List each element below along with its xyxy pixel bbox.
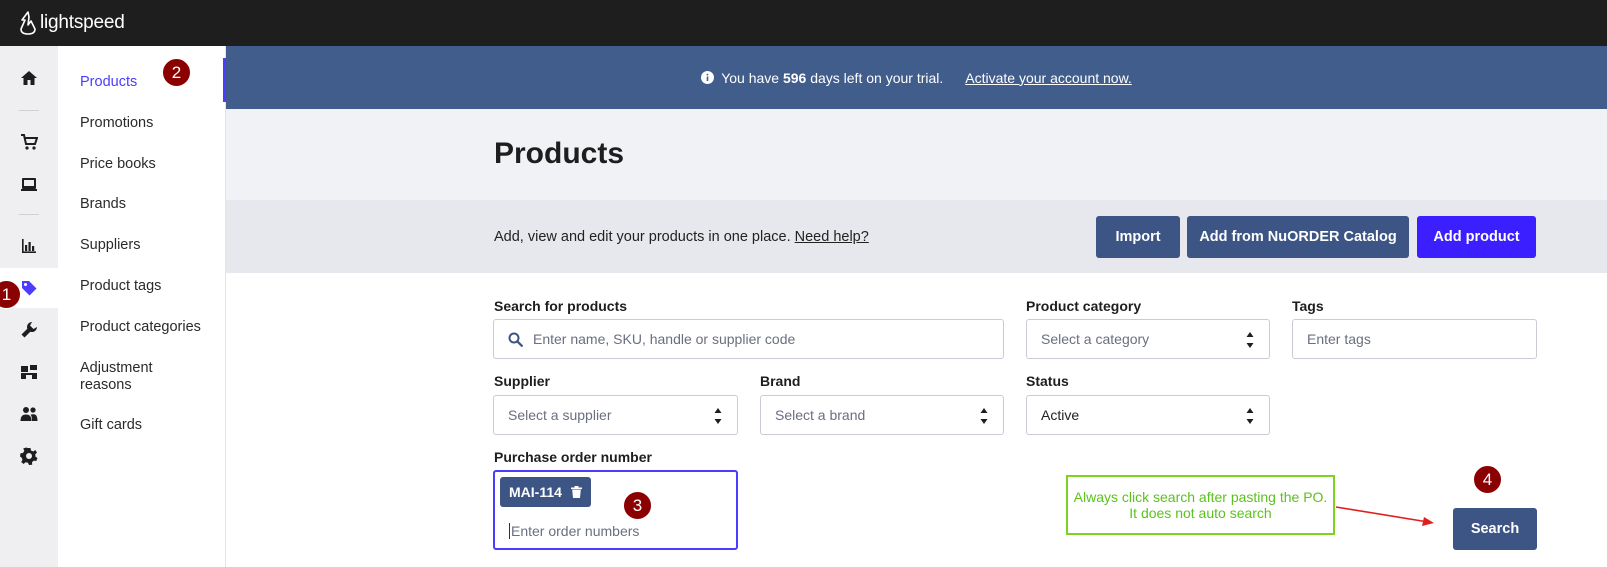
add-from-nuorder-button[interactable]: Add from NuORDER Catalog [1187, 216, 1409, 258]
home-icon [21, 71, 37, 85]
select-arrows-icon [1246, 332, 1254, 348]
page-title: Products [494, 137, 625, 170]
brand-logo[interactable]: lightspeed [19, 11, 125, 35]
po-placeholder: Enter order numbers [509, 523, 640, 539]
select-arrows-icon [980, 408, 988, 424]
rail-inventory[interactable] [0, 352, 58, 392]
search-label: Search for products [494, 298, 628, 314]
rail-setup[interactable] [0, 310, 58, 350]
brand-name: lightspeed [40, 12, 125, 33]
supplier-label: Supplier [494, 373, 551, 389]
search-button[interactable]: Search [1453, 508, 1537, 550]
status-select[interactable]: Active [1026, 395, 1270, 435]
register-icon [21, 178, 37, 191]
category-label: Product category [1026, 298, 1142, 314]
category-select[interactable]: Select a category [1026, 319, 1270, 359]
annotation-badge-2: 2 [162, 58, 191, 87]
brand-placeholder: Select a brand [775, 407, 866, 423]
trial-days: 596 [782, 69, 807, 86]
brand-select[interactable]: Select a brand [760, 395, 1004, 435]
annotation-badge-3: 3 [623, 491, 652, 520]
import-button[interactable]: Import [1096, 216, 1180, 258]
cart-icon [21, 134, 38, 150]
top-bar: lightspeed [0, 0, 1607, 46]
rail-settings[interactable] [0, 436, 58, 476]
trial-text-prefix: You have [721, 69, 780, 86]
po-tag[interactable]: MAI-114 [500, 477, 591, 507]
tag-icon [22, 281, 37, 296]
category-placeholder: Select a category [1041, 331, 1150, 347]
subnav-item-products[interactable]: Products [80, 74, 137, 91]
search-placeholder: Enter name, SKU, handle or supplier code [533, 331, 796, 347]
status-label: Status [1026, 373, 1069, 389]
description-text: Add, view and edit your products in one … [494, 229, 791, 245]
tags-label: Tags [1292, 298, 1324, 314]
need-help-link[interactable]: Need help? [795, 229, 869, 245]
po-tag-label: MAI-114 [509, 484, 562, 500]
tags-input[interactable]: Enter tags [1292, 319, 1537, 359]
subnav-item-product-categories[interactable]: Product categories [80, 319, 201, 336]
activate-account-link[interactable]: Activate your account now. [965, 70, 1132, 86]
subnav-item-price-books[interactable]: Price books [80, 156, 156, 173]
trial-banner: You have 596 days left on your trial. Ac… [226, 46, 1607, 109]
tags-placeholder: Enter tags [1307, 331, 1371, 347]
page-header: Products [226, 109, 1607, 200]
rail-sales[interactable] [0, 122, 58, 162]
supplier-placeholder: Select a supplier [508, 407, 612, 423]
rail-home[interactable] [0, 58, 58, 98]
annotation-badge-4: 4 [1473, 465, 1502, 494]
select-arrows-icon [1246, 408, 1254, 424]
rail-divider [19, 110, 39, 111]
trash-icon[interactable] [570, 486, 582, 498]
page-toolbar: Add, view and edit your products in one … [226, 200, 1607, 273]
rail-customers[interactable] [0, 394, 58, 434]
bar-chart-icon [22, 239, 36, 253]
search-input[interactable]: Enter name, SKU, handle or supplier code [493, 319, 1004, 359]
add-product-button[interactable]: Add product [1417, 216, 1536, 258]
wrench-icon [21, 322, 37, 338]
brand-label: Brand [760, 373, 801, 389]
store-icon [21, 365, 37, 379]
subnav-item-promotions[interactable]: Promotions [80, 115, 153, 132]
subnav-item-brands[interactable]: Brands [80, 196, 126, 213]
select-arrows-icon [714, 408, 722, 424]
subnav-item-product-tags[interactable]: Product tags [80, 278, 161, 295]
rail-register[interactable] [0, 164, 58, 204]
annotation-note: Always click search after pasting the PO… [1066, 475, 1335, 535]
gear-icon [20, 447, 38, 465]
rail-divider [19, 214, 39, 215]
users-icon [20, 407, 38, 421]
subnav-item-suppliers[interactable]: Suppliers [80, 237, 140, 254]
subnav-item-gift-cards[interactable]: Gift cards [80, 417, 142, 434]
supplier-select[interactable]: Select a supplier [493, 395, 738, 435]
status-value: Active [1041, 407, 1080, 423]
po-label: Purchase order number [494, 449, 652, 465]
po-number-input[interactable]: MAI-114 Enter order numbers [493, 470, 738, 550]
rail-reports[interactable] [0, 226, 58, 266]
catalog-subnav: Products Promotions Price books Brands S… [58, 46, 226, 567]
flame-logo-icon [20, 11, 36, 35]
trial-text-suffix: days left on your trial. [810, 69, 944, 86]
page-description: Add, view and edit your products in one … [494, 229, 869, 245]
search-icon [508, 332, 523, 347]
info-icon [701, 71, 715, 84]
subnav-item-adjustment-reasons[interactable]: Adjustment reasons [80, 360, 190, 394]
